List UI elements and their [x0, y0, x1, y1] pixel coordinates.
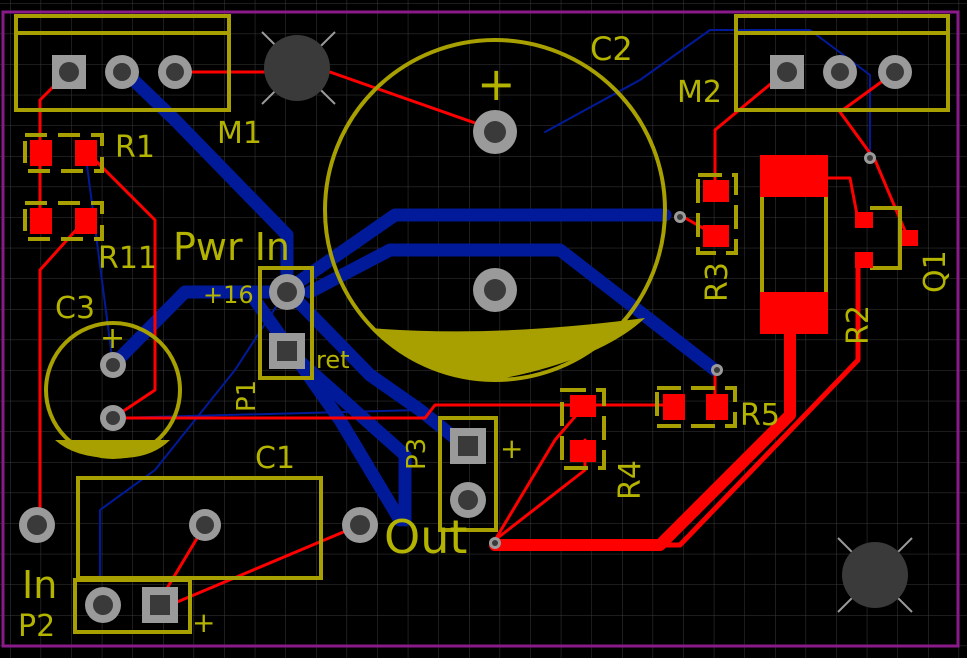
- label-ret: ret: [316, 346, 350, 374]
- label-r5: R5: [740, 398, 780, 433]
- label-q1: Q1: [918, 250, 953, 293]
- label-p3: P3: [402, 438, 432, 470]
- label-c1: C1: [255, 441, 295, 476]
- label-p2-plus: +: [192, 606, 215, 639]
- label-r11: R11: [98, 241, 157, 276]
- label-m1: M1: [217, 116, 262, 151]
- label-out: Out: [384, 510, 467, 564]
- label-m2: M2: [677, 75, 722, 110]
- label-c2-plus: +: [477, 57, 516, 111]
- label-r1: R1: [115, 130, 155, 165]
- label-pwr-in: Pwr In: [173, 225, 290, 269]
- pcb-layout: M1 M2 C2 + C3 + C1 R1 R11 R5 Pwr In +16 …: [0, 0, 967, 658]
- label-in: In: [22, 563, 57, 607]
- label-p3-plus: +: [500, 432, 523, 465]
- label-c2: C2: [590, 30, 633, 68]
- label-r4: R4: [613, 460, 648, 500]
- label-c3: C3: [55, 291, 95, 326]
- label-r3: R3: [700, 262, 735, 302]
- label-r2: R2: [841, 305, 876, 345]
- label-plus16: +16: [203, 281, 254, 309]
- label-c3-plus: +: [100, 321, 125, 356]
- label-p2: P2: [18, 609, 55, 644]
- label-p1: P1: [232, 380, 262, 412]
- pcb-board: M1 M2 C2 + C3 + C1 R1 R11 R5 Pwr In +16 …: [0, 0, 967, 658]
